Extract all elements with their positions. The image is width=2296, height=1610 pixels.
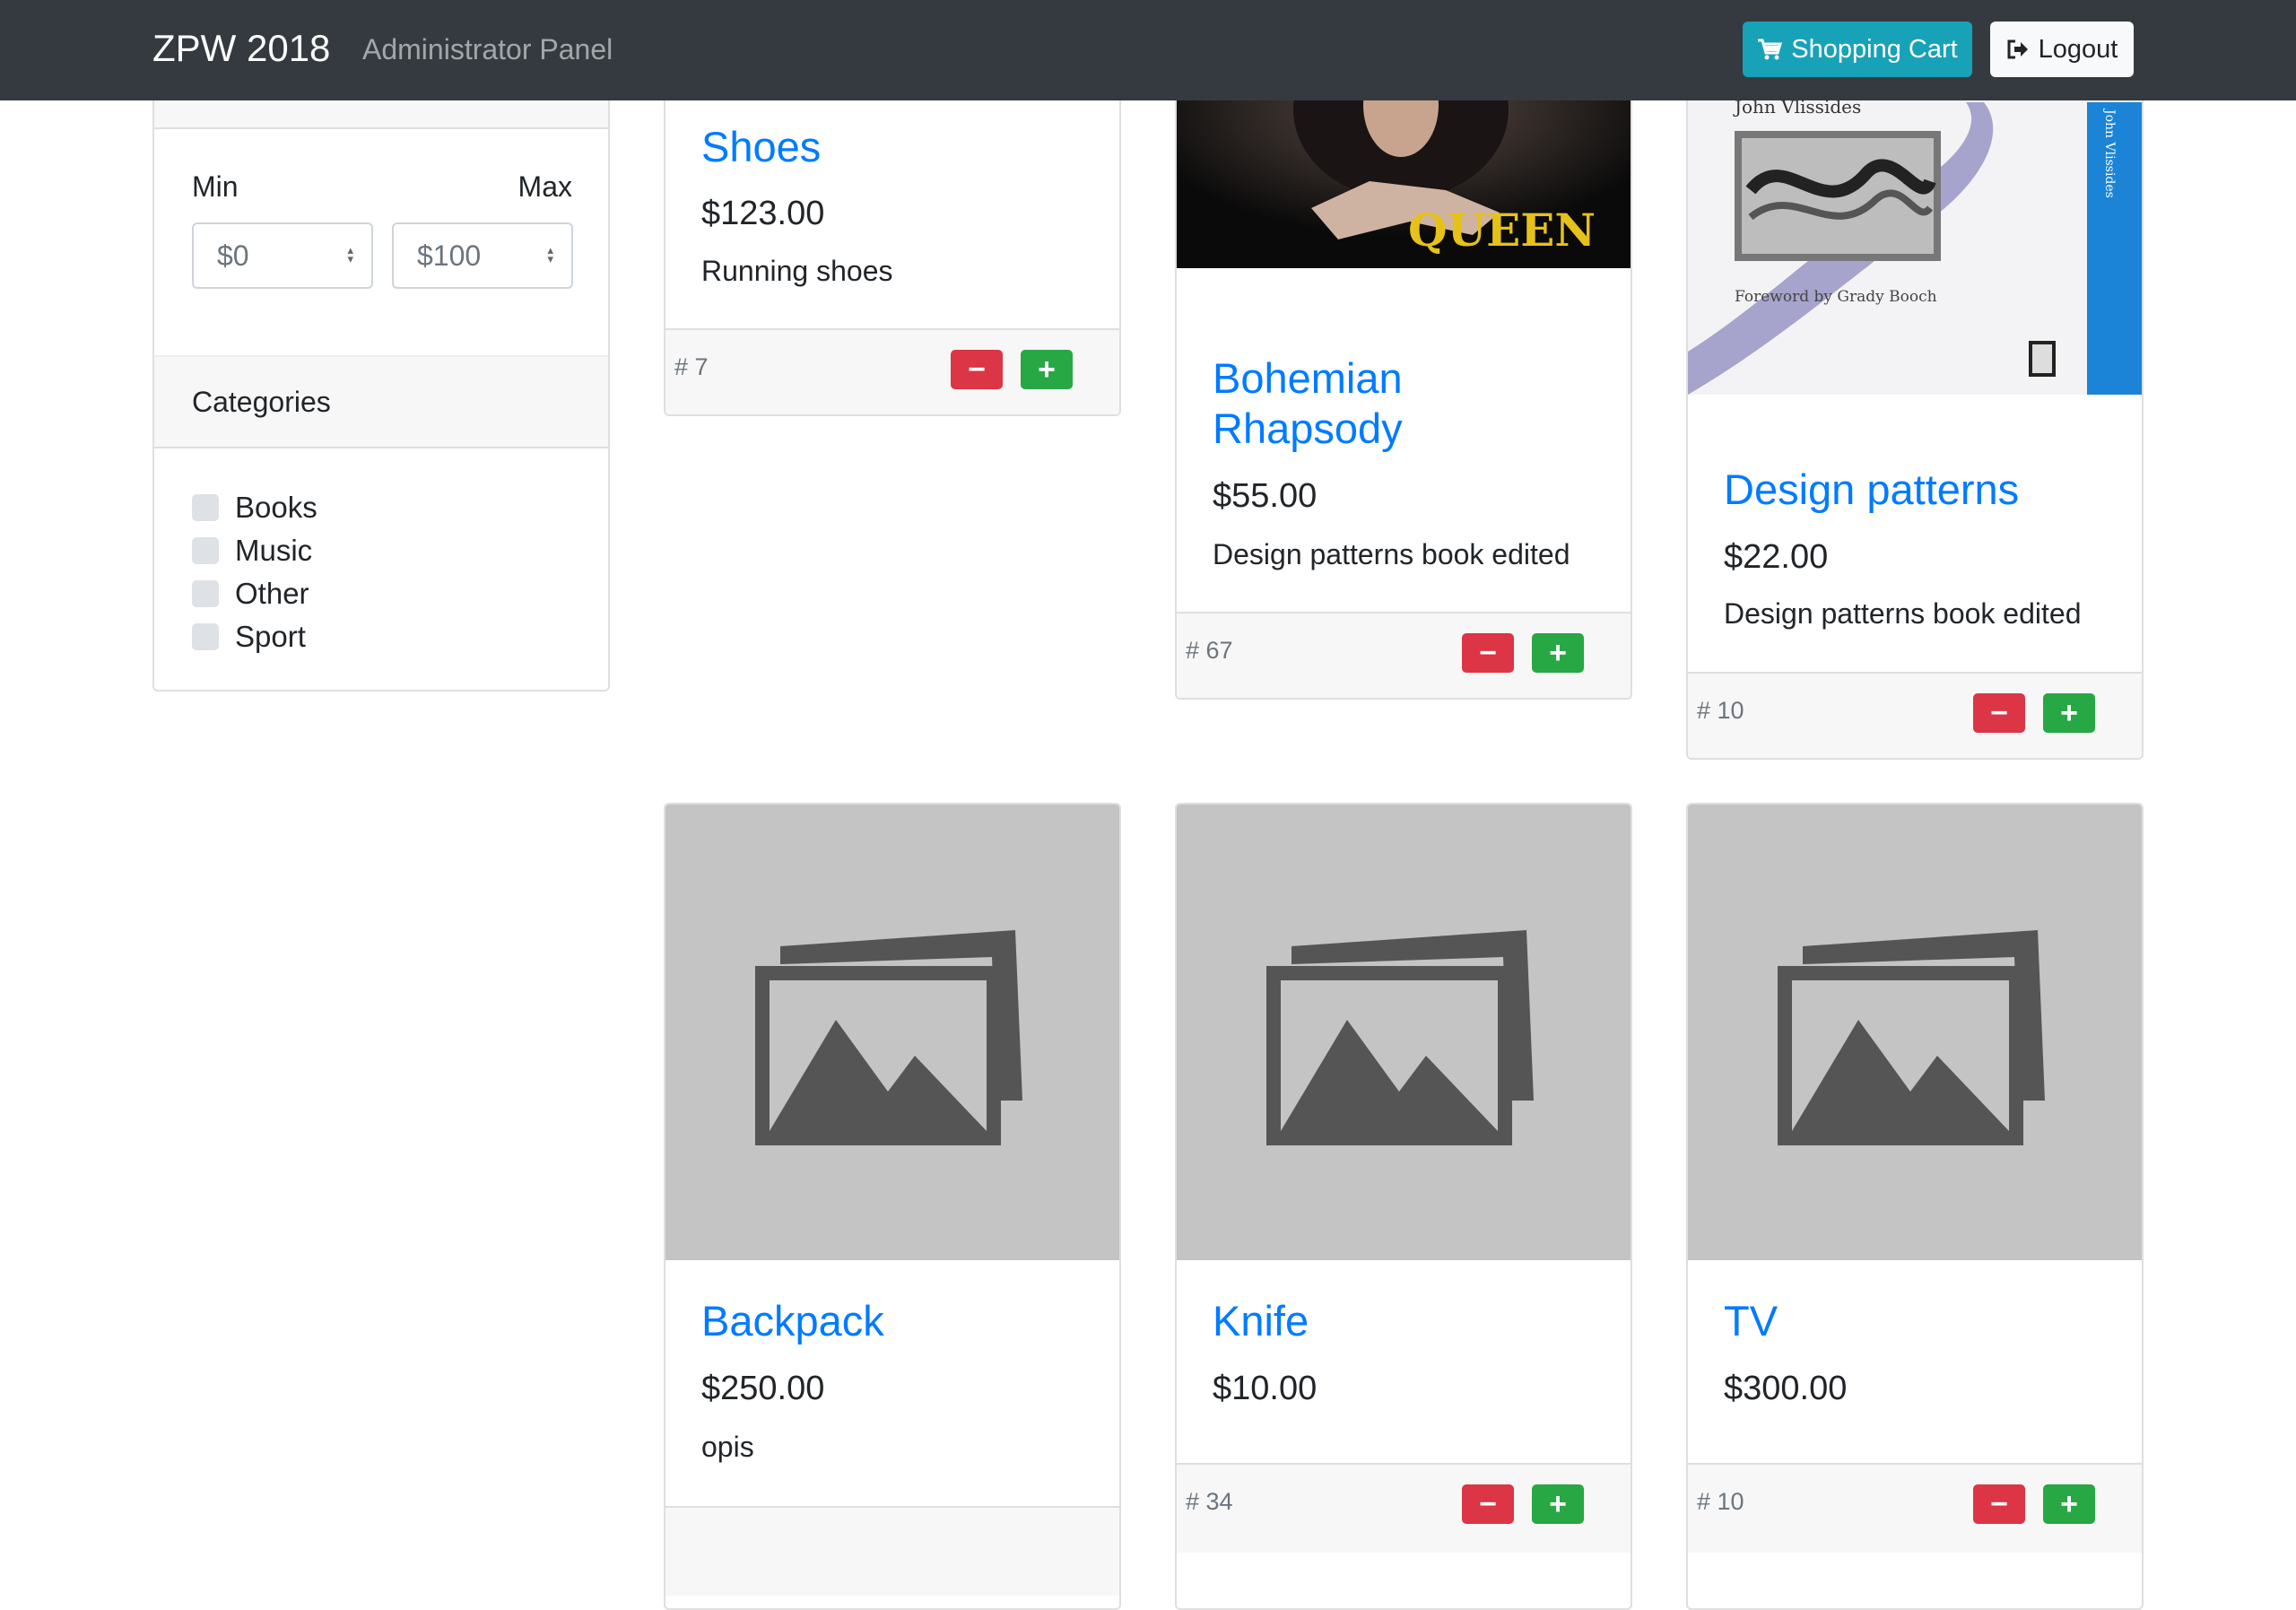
category-label: Sport <box>235 620 306 653</box>
brand[interactable]: ZPW 2018 <box>152 27 330 70</box>
card-footer: # 34 − + <box>1177 1463 1631 1553</box>
add-to-cart-button[interactable]: + <box>1021 350 1073 389</box>
product-description: opis <box>701 1431 754 1463</box>
spinner-icon[interactable]: ▴ ▾ <box>547 244 553 265</box>
product-price: $22.00 <box>1724 538 1829 576</box>
cart-icon <box>1758 39 1783 60</box>
category-item-other[interactable]: Other <box>192 572 317 615</box>
category-checkbox[interactable] <box>192 580 219 607</box>
product-title[interactable]: Knife <box>1213 1296 1309 1346</box>
logout-icon <box>2007 39 2028 59</box>
product-description: Design patterns book edited <box>1724 597 2082 630</box>
remove-from-cart-button[interactable]: − <box>1462 633 1514 673</box>
filter-sidebar: Min Max $0 ▴ ▾ $100 ▴ ▾ Categories Books M… <box>152 54 610 692</box>
category-checkbox[interactable] <box>192 494 219 521</box>
add-to-cart-button[interactable]: + <box>1532 633 1584 673</box>
shopping-cart-button[interactable]: Shopping Cart <box>1743 22 1972 77</box>
product-id: # 7 <box>674 353 709 380</box>
shopping-cart-label: Shopping Cart <box>1791 34 1958 64</box>
categories-title: Categories <box>192 386 331 418</box>
series-spine-text: John Vlissides <box>2102 108 2117 198</box>
image-placeholder <box>1688 805 2142 1260</box>
image-placeholder-icon <box>1266 930 1534 1145</box>
add-to-cart-button[interactable]: + <box>2043 1484 2095 1524</box>
product-title[interactable]: Design patterns <box>1724 465 2019 515</box>
min-price-placeholder: $0 <box>217 239 249 272</box>
product-id: # 34 <box>1186 1488 1233 1515</box>
plus-icon: + <box>1549 635 1567 670</box>
spinner-icon[interactable]: ▴ ▾ <box>347 244 353 265</box>
product-id: # 10 <box>1697 1488 1744 1515</box>
product-card-knife: Knife $10.00 # 34 − + <box>1175 803 1632 1610</box>
category-checkbox[interactable] <box>192 623 219 650</box>
book-cover-image: John Vlissides John Vlissides Foreword b… <box>1688 56 2142 395</box>
category-checkbox[interactable] <box>192 537 219 564</box>
product-card-design-patterns: John Vlissides John Vlissides Foreword b… <box>1686 54 2144 760</box>
card-footer: # 10 − + <box>1688 1463 2142 1553</box>
admin-panel-link[interactable]: Administrator Panel <box>362 33 613 66</box>
product-title[interactable]: TV <box>1724 1296 1778 1346</box>
max-price-placeholder: $100 <box>417 239 482 272</box>
remove-from-cart-button[interactable]: − <box>1973 1484 2025 1524</box>
remove-from-cart-button[interactable]: − <box>1462 1484 1514 1524</box>
queen-logo: QUEEN <box>1408 204 1596 257</box>
product-title[interactable]: Bohemian <box>1213 353 1403 404</box>
minus-icon: − <box>968 352 986 387</box>
categories-header: Categories <box>154 355 608 448</box>
category-item-sport[interactable]: Sport <box>192 615 317 658</box>
card-footer: # 67 − + <box>1177 612 1631 698</box>
category-label: Other <box>235 577 309 610</box>
max-price-input[interactable]: $100 ▴ ▾ <box>392 222 573 289</box>
image-placeholder-icon <box>1778 930 2045 1145</box>
logout-label: Logout <box>2038 34 2118 64</box>
plus-icon: + <box>2060 1486 2078 1521</box>
category-item-music[interactable]: Music <box>192 529 317 572</box>
product-price: $55.00 <box>1213 477 1318 515</box>
product-price: $300.00 <box>1724 1370 1848 1407</box>
foreword-text: Foreword by Grady Booch <box>1735 288 1937 306</box>
product-price: $10.00 <box>1213 1370 1318 1407</box>
image-placeholder <box>1177 805 1631 1260</box>
product-description: Running shoes <box>701 255 893 287</box>
image-placeholder <box>665 805 1119 1260</box>
add-to-cart-button[interactable]: + <box>2043 693 2095 733</box>
remove-from-cart-button[interactable]: − <box>951 350 1003 389</box>
category-label: Books <box>235 491 317 524</box>
product-title[interactable]: Backpack <box>701 1296 884 1346</box>
minus-icon: − <box>1479 1486 1497 1521</box>
category-label: Music <box>235 534 313 567</box>
card-footer: # 10 − + <box>1688 672 2142 758</box>
product-title[interactable]: Shoes <box>701 122 821 172</box>
plus-icon: + <box>1038 352 1056 387</box>
product-card-bohemian-rhapsody: QUEEN Bohemian Rhapsody $55.00 Design pa… <box>1175 54 1632 700</box>
navbar: ZPW 2018 Administrator Panel Shopping Ca… <box>0 0 2296 100</box>
product-id: # 10 <box>1697 697 1744 724</box>
minus-icon: − <box>1479 635 1497 670</box>
product-price: $123.00 <box>701 195 825 232</box>
category-list: Books Music Other Sport <box>192 486 317 658</box>
logout-button[interactable]: Logout <box>1990 22 2134 77</box>
product-id: # 67 <box>1186 637 1233 664</box>
min-price-input[interactable]: $0 ▴ ▾ <box>192 222 373 289</box>
image-placeholder-icon <box>755 930 1022 1145</box>
plus-icon: + <box>1549 1486 1567 1521</box>
min-price-label: Min <box>192 170 239 203</box>
product-description: Design patterns book edited <box>1213 538 1570 570</box>
product-card-tv: TV $300.00 # 10 − + <box>1686 803 2144 1610</box>
minus-icon: − <box>1990 1486 2008 1521</box>
minus-icon: − <box>1990 695 2008 730</box>
add-to-cart-button[interactable]: + <box>1532 1484 1584 1524</box>
product-card-backpack: Backpack $250.00 opis <box>664 803 1121 1610</box>
product-title-line2[interactable]: Rhapsody <box>1213 404 1403 454</box>
product-card-shoes: Shoes $123.00 Running shoes # 7 − + <box>664 54 1121 416</box>
category-item-books[interactable]: Books <box>192 486 317 529</box>
plus-icon: + <box>2060 695 2078 730</box>
card-footer: # 7 − + <box>665 328 1119 414</box>
remove-from-cart-button[interactable]: − <box>1973 693 2025 733</box>
max-price-label: Max <box>517 170 572 203</box>
card-footer <box>665 1506 1119 1596</box>
product-price: $250.00 <box>701 1370 825 1407</box>
